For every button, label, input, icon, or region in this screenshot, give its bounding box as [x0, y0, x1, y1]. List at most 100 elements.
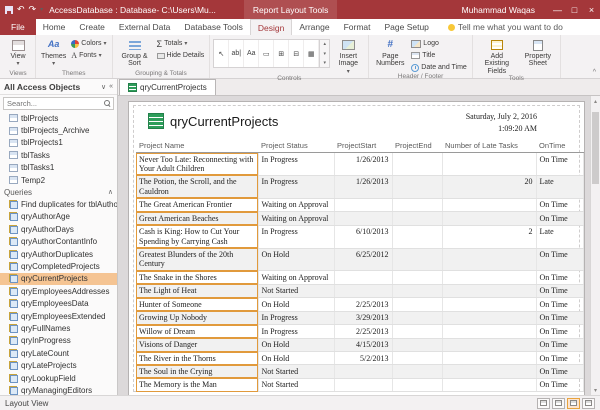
colors-button[interactable]: Colors ▾	[69, 38, 108, 49]
label-control-icon[interactable]: Aa	[244, 40, 259, 67]
cell[interactable]	[442, 198, 536, 211]
cell[interactable]	[392, 153, 442, 176]
cell[interactable]	[442, 248, 536, 271]
cell[interactable]	[442, 352, 536, 365]
gallery-more-icon[interactable]: ▾	[324, 60, 327, 66]
cell[interactable]: The Light of Heat	[136, 284, 258, 297]
sidebar-item-qryemployeesaddresses[interactable]: qryEmployeesAddresses	[0, 285, 117, 297]
cell[interactable]	[442, 338, 536, 351]
sidebar-item-qryemployeesextended[interactable]: qryEmployeesExtended	[0, 310, 117, 322]
cell[interactable]: On Time	[536, 338, 583, 351]
document-tab[interactable]: qryCurrentProjects	[119, 79, 216, 95]
sidebar-item-tbltasks[interactable]: tblTasks	[0, 149, 117, 161]
cell[interactable]: On Hold	[258, 352, 334, 365]
cell[interactable]: Late	[536, 175, 583, 198]
sidebar-item-qryinprogress[interactable]: qryInProgress	[0, 335, 117, 347]
tell-me-box[interactable]: Tell me what you want to do	[448, 19, 563, 35]
subform-control-icon[interactable]: ⊟	[289, 40, 304, 67]
cell[interactable]	[442, 271, 536, 284]
sidebar-item-qrylatecount[interactable]: qryLateCount	[0, 347, 117, 359]
gallery-up-icon[interactable]: ▴	[324, 41, 327, 47]
cell[interactable]: On Time	[536, 153, 583, 176]
cell[interactable]	[392, 175, 442, 198]
sidebar-item-qryauthordays[interactable]: qryAuthorDays	[0, 223, 117, 235]
cell[interactable]	[442, 311, 536, 324]
cell[interactable]: On Time	[536, 352, 583, 365]
column-header-ontime[interactable]: OnTime	[536, 139, 583, 153]
sidebar-item-qryauthorage[interactable]: qryAuthorAge	[0, 211, 117, 223]
column-header-number-of-late-tasks[interactable]: Number of Late Tasks	[442, 139, 536, 153]
user-name[interactable]: Muhammad Waqas	[462, 5, 535, 15]
sidebar-item-qrylateprojects[interactable]: qryLateProjects	[0, 359, 117, 371]
layout-view-button[interactable]	[567, 398, 580, 409]
shutter-bar-icon[interactable]: «	[109, 83, 113, 90]
cell[interactable]	[392, 212, 442, 225]
cell[interactable]: 5/2/2013	[334, 352, 392, 365]
sidebar-item-qryauthorcontantinfo[interactable]: qryAuthorContantInfo	[0, 236, 117, 248]
cell[interactable]: On Time	[536, 198, 583, 211]
cell[interactable]: 2	[442, 225, 536, 248]
cell[interactable]: The Soul in the Crying	[136, 365, 258, 378]
cell[interactable]	[392, 198, 442, 211]
cell[interactable]: Waiting on Approval	[258, 271, 334, 284]
hide-details-button[interactable]: Hide Details	[155, 50, 207, 61]
nav-pane-header[interactable]: All Access Objects ∨ «	[0, 79, 117, 95]
cell[interactable]	[392, 284, 442, 297]
themes-button[interactable]: Aa Themes ▾	[39, 36, 68, 67]
sidebar-item-qryfullnames[interactable]: qryFullNames	[0, 322, 117, 334]
vertical-scrollbar[interactable]: ▴ ▾	[590, 96, 600, 395]
search-input[interactable]	[3, 97, 114, 110]
cell[interactable]: The Great American Frontier	[136, 198, 258, 211]
cell[interactable]: In Progress	[258, 153, 334, 176]
cell[interactable]: Growing Up Nobody	[136, 311, 258, 324]
cell[interactable]: Visions of Danger	[136, 338, 258, 351]
cell[interactable]: 4/15/2013	[334, 338, 392, 351]
sidebar-item-qrylookupfield[interactable]: qryLookupField	[0, 372, 117, 384]
tab-arrange[interactable]: Arrange	[292, 19, 336, 35]
cell[interactable]	[392, 298, 442, 311]
undo-icon[interactable]: ↶	[17, 5, 25, 14]
cell[interactable]: Greatest Blunders of the 20th Century	[136, 248, 258, 271]
scroll-down-icon[interactable]: ▾	[591, 385, 600, 395]
redo-icon[interactable]: ↷	[29, 5, 37, 14]
cell[interactable]: The River in the Thorns	[136, 352, 258, 365]
save-icon[interactable]	[5, 6, 13, 14]
group-sort-button[interactable]: Group & Sort	[116, 36, 154, 68]
sidebar-item-temp2[interactable]: Temp2	[0, 174, 117, 186]
sidebar-item-tblprojects1[interactable]: tblProjects1	[0, 137, 117, 149]
column-header-project-status[interactable]: Project Status	[258, 139, 334, 153]
cell[interactable]: Waiting on Approval	[258, 198, 334, 211]
report-view-button[interactable]	[537, 398, 550, 409]
cell[interactable]: In Progress	[258, 325, 334, 338]
cell[interactable]: In Progress	[258, 175, 334, 198]
maximize-button[interactable]: □	[566, 0, 583, 19]
add-existing-fields-button[interactable]: Add Existing Fields	[476, 36, 518, 75]
cell[interactable]	[334, 378, 392, 391]
cell[interactable]: 1/26/2013	[334, 153, 392, 176]
column-header-project-name[interactable]: Project Name	[136, 139, 258, 153]
tab-home[interactable]: Home	[36, 19, 73, 35]
cell[interactable]	[392, 311, 442, 324]
cell[interactable]: Great American Beaches	[136, 212, 258, 225]
scrollbar-track[interactable]	[591, 106, 600, 385]
cell[interactable]	[392, 352, 442, 365]
cell[interactable]: 3/29/2013	[334, 311, 392, 324]
fonts-button[interactable]: A Fonts ▾	[69, 50, 108, 61]
cell[interactable]: Not Started	[258, 378, 334, 391]
sidebar-item-find-duplicates-for-tblauthors[interactable]: Find duplicates for tblAuthors	[0, 198, 117, 210]
cell[interactable]: On Hold	[258, 248, 334, 271]
cell[interactable]: On Time	[536, 212, 583, 225]
cell[interactable]	[442, 284, 536, 297]
sidebar-item-qrymanagingeditors[interactable]: qryManagingEditors	[0, 384, 117, 395]
minimize-button[interactable]: —	[549, 0, 566, 19]
cell[interactable]: On Time	[536, 271, 583, 284]
cell[interactable]	[442, 378, 536, 391]
tab-file[interactable]: File	[0, 19, 36, 35]
print-preview-button[interactable]	[552, 398, 565, 409]
tab-database-tools[interactable]: Database Tools	[177, 19, 249, 35]
cell[interactable]: On Hold	[258, 298, 334, 311]
totals-button[interactable]: Σ Totals ▾	[155, 38, 207, 49]
text-box-control-icon[interactable]: ab|	[229, 40, 244, 67]
cell[interactable]: On Time	[536, 284, 583, 297]
cell[interactable]: The Snake in the Shores	[136, 271, 258, 284]
